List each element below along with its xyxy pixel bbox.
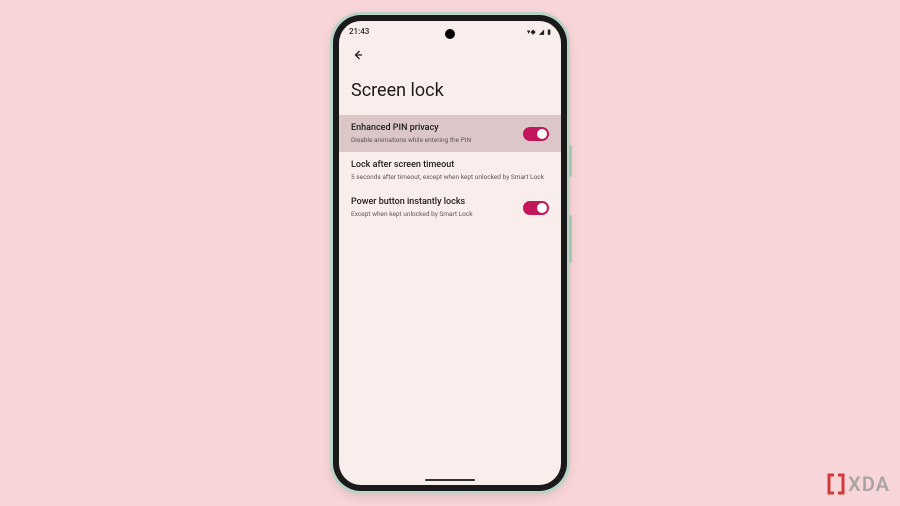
phone-power-button [569,145,572,177]
setting-title: Lock after screen timeout [351,160,549,172]
setting-enhanced-pin-privacy[interactable]: Enhanced PIN privacy Disable animations … [339,115,561,152]
toggle-enhanced-pin-privacy[interactable] [523,127,549,141]
toggle-thumb [537,203,547,213]
page-title: Screen lock [339,66,561,115]
screen: 21:43 ▾◆ ◢ ▮ Screen lock Enhanced PIN pr… [339,21,561,485]
setting-text: Enhanced PIN privacy Disable animations … [351,123,513,144]
status-icons: ▾◆ ◢ ▮ [527,28,551,36]
toggle-power-button-locks[interactable] [523,201,549,215]
home-indicator[interactable] [425,479,475,481]
setting-subtitle: Except when kept unlocked by Smart Lock [351,210,513,218]
setting-text: Lock after screen timeout 5 seconds afte… [351,160,549,181]
phone-frame: 21:43 ▾◆ ◢ ▮ Screen lock Enhanced PIN pr… [333,15,567,491]
watermark: XDA [827,472,890,496]
top-bar [339,38,561,66]
status-time: 21:43 [349,27,369,36]
setting-text: Power button instantly locks Except when… [351,197,513,218]
setting-title: Power button instantly locks [351,197,513,209]
camera-notch [445,29,455,39]
wifi-icon: ▾◆ [527,28,536,36]
toggle-thumb [537,129,547,139]
setting-subtitle: Disable animations while entering the PI… [351,136,513,144]
setting-power-button-locks[interactable]: Power button instantly locks Except when… [339,189,561,226]
xda-bracket-icon [827,472,845,496]
phone-volume-button [569,215,572,263]
setting-lock-after-timeout[interactable]: Lock after screen timeout 5 seconds afte… [339,152,561,189]
setting-title: Enhanced PIN privacy [351,123,513,135]
arrow-left-icon [352,49,364,61]
back-button[interactable] [351,48,365,62]
setting-subtitle: 5 seconds after timeout, except when kep… [351,173,549,181]
battery-icon: ▮ [547,28,551,36]
watermark-text: XDA [848,472,890,496]
signal-icon: ◢ [539,28,544,36]
